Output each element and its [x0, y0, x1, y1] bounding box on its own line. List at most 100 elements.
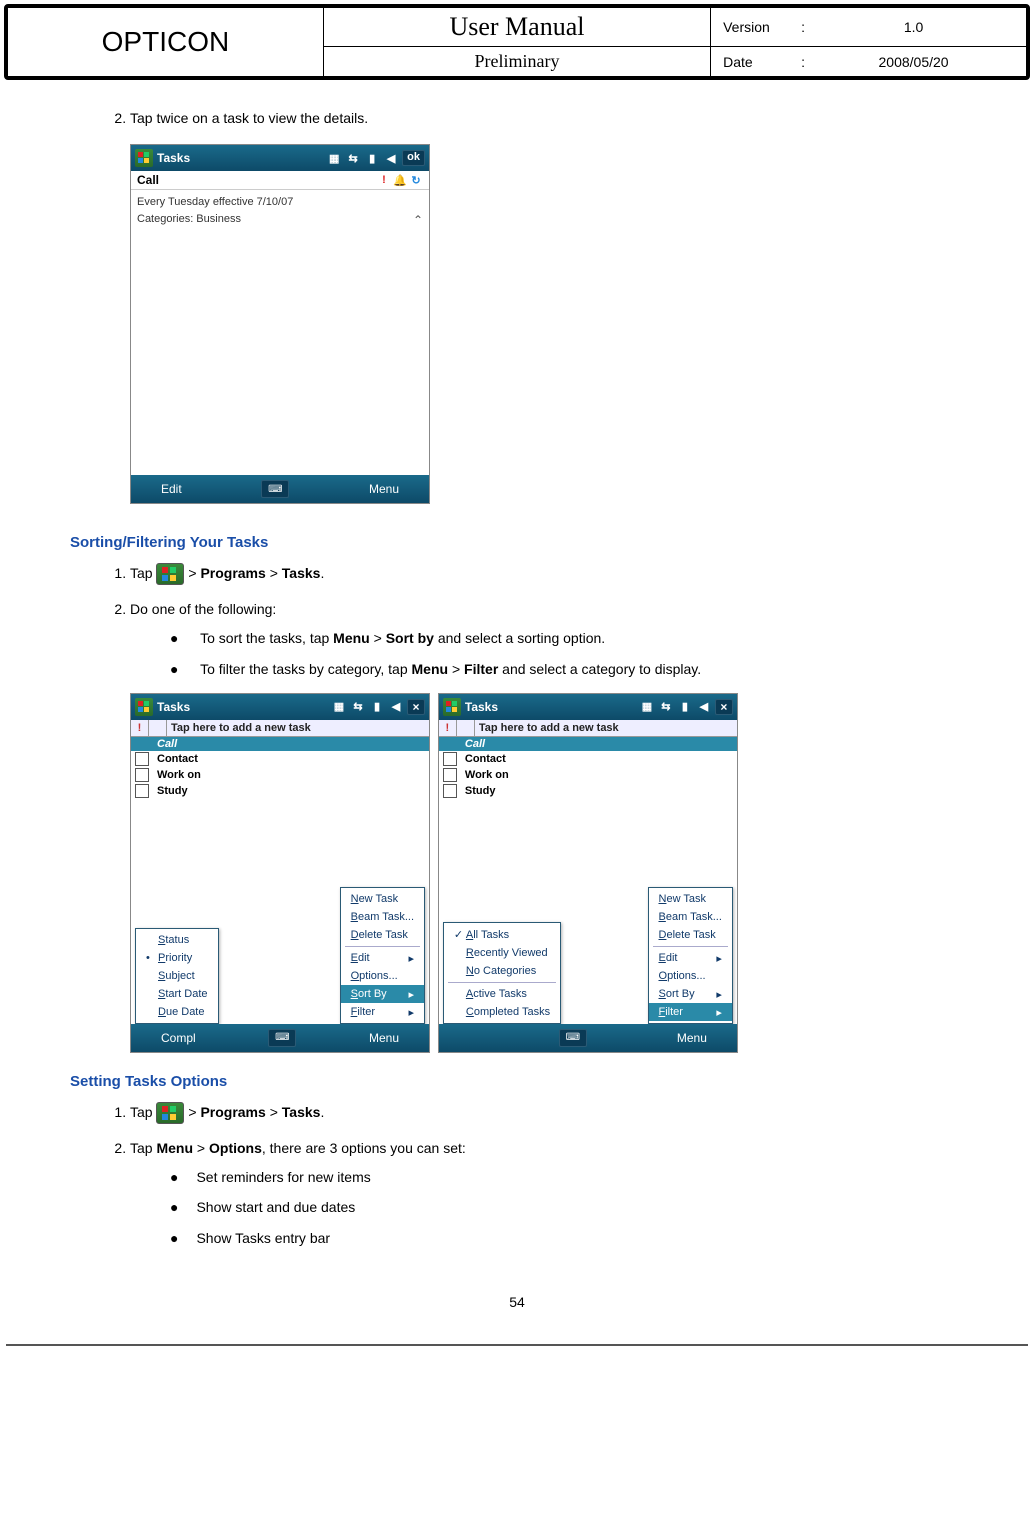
close-button[interactable]: × — [715, 699, 733, 715]
keyboard-icon[interactable]: ⌨ — [559, 1029, 587, 1047]
softkey-left[interactable]: Edit — [161, 482, 182, 496]
check-col — [149, 720, 167, 736]
sort-bullet-2: To filter the tasks by category, tap Men… — [170, 654, 964, 685]
menu-item[interactable]: Options... — [649, 967, 732, 985]
page-number: 54 — [70, 1294, 964, 1310]
menu-item[interactable]: Edit▸ — [341, 949, 424, 967]
task-row[interactable]: Call — [131, 737, 429, 751]
checkbox-icon[interactable] — [135, 768, 149, 782]
menu-item[interactable]: Filter▸ — [341, 1003, 424, 1021]
task-row[interactable]: Work on — [439, 767, 737, 783]
task-detail-line1: Every Tuesday effective 7/10/07 — [137, 194, 423, 211]
task-label: Contact — [157, 753, 198, 765]
start-icon[interactable] — [443, 698, 461, 716]
network-icon[interactable]: ▦ — [639, 699, 655, 715]
menu-item[interactable]: Delete Task — [341, 926, 424, 944]
task-row[interactable]: Work on — [131, 767, 429, 783]
priority-col[interactable]: ! — [439, 720, 457, 736]
start-icon[interactable] — [135, 698, 153, 716]
volume-icon[interactable]: ◀ — [388, 699, 404, 715]
network-icon[interactable]: ▦ — [326, 150, 342, 166]
add-task-input[interactable]: Tap here to add a new task — [475, 720, 737, 736]
menu-item[interactable]: Beam Task... — [649, 908, 732, 926]
softkey-right[interactable]: Menu — [369, 482, 399, 496]
checkbox-icon[interactable] — [135, 752, 149, 766]
menu-item[interactable]: Filter▸ — [649, 1003, 732, 1021]
menu-item[interactable]: New Task — [649, 890, 732, 908]
section-options-title: Setting Tasks Options — [70, 1073, 964, 1090]
version-row: Version : 1.0 — [711, 8, 1027, 47]
volume-icon[interactable]: ◀ — [383, 150, 399, 166]
option-bullet: Show start and due dates — [170, 1192, 964, 1223]
priority-col[interactable]: ! — [131, 720, 149, 736]
doc-subtitle: Preliminary — [323, 47, 710, 77]
task-row[interactable]: Contact — [439, 751, 737, 767]
ok-button[interactable]: ok — [402, 150, 425, 166]
entry-bar: ! Tap here to add a new task — [439, 720, 737, 737]
option-bullet: Show Tasks entry bar — [170, 1223, 964, 1254]
network-icon[interactable]: ▦ — [331, 699, 347, 715]
menu-item[interactable]: Start Date — [136, 985, 218, 1003]
signal-icon[interactable]: ▮ — [364, 150, 380, 166]
checkbox-icon[interactable] — [443, 784, 457, 798]
menu-item[interactable]: Delete Task — [649, 926, 732, 944]
path-tasks: Tasks — [282, 565, 321, 581]
task-row[interactable]: Study — [439, 783, 737, 799]
sync-icon[interactable]: ⇆ — [658, 699, 674, 715]
softkey-right[interactable]: Menu — [677, 1031, 707, 1045]
task-label: Call — [465, 738, 485, 750]
task-list: CallContact Work on Study — [439, 737, 737, 799]
menu-item[interactable]: Status — [136, 931, 218, 949]
screenshot-sort-by: Tasks ▦ ⇆ ▮ ◀ × ! Tap here to add a new … — [130, 693, 430, 1053]
sync-icon[interactable]: ⇆ — [350, 699, 366, 715]
add-task-input[interactable]: Tap here to add a new task — [167, 720, 429, 736]
menu-item[interactable]: Completed Tasks — [444, 1003, 560, 1021]
option-bullet: Set reminders for new items — [170, 1162, 964, 1193]
version-value: 1.0 — [813, 19, 1014, 35]
sort-step-2: Do one of the following: To sort the tas… — [130, 595, 964, 685]
menu-item[interactable]: Sort By▸ — [649, 985, 732, 1003]
menu-item[interactable]: Active Tasks — [444, 985, 560, 1003]
menu-item[interactable]: •Priority — [136, 949, 218, 967]
checkbox-icon[interactable] — [135, 784, 149, 798]
menu-item[interactable]: New Task — [341, 890, 424, 908]
softkey-left[interactable]: Compl — [161, 1031, 196, 1045]
menu-item[interactable]: Sort By▸ — [341, 985, 424, 1003]
signal-icon[interactable]: ▮ — [369, 699, 385, 715]
task-header: Call ! 🔔 ↻ — [131, 171, 429, 190]
collapse-icon[interactable]: ⌃ — [413, 211, 423, 229]
menu-item[interactable]: Due Date — [136, 1003, 218, 1021]
start-icon[interactable] — [135, 149, 153, 167]
menu-item[interactable]: Beam Task... — [341, 908, 424, 926]
entry-bar: ! Tap here to add a new task — [131, 720, 429, 737]
menu-item[interactable]: ✓All Tasks — [444, 925, 560, 944]
task-row[interactable]: Contact — [131, 751, 429, 767]
menu-item[interactable]: Subject — [136, 967, 218, 985]
checkbox-icon[interactable] — [443, 752, 457, 766]
start-icon — [156, 1102, 184, 1124]
keyboard-icon[interactable]: ⌨ — [261, 480, 289, 498]
volume-icon[interactable]: ◀ — [696, 699, 712, 715]
task-label: Work on — [157, 769, 201, 781]
options-step-2: Tap Menu > Options, there are 3 options … — [130, 1134, 964, 1254]
sortby-submenu: Status•PrioritySubjectStart DateDue Date — [135, 928, 219, 1024]
task-name: Call — [137, 173, 159, 187]
task-row[interactable]: Study — [131, 783, 429, 799]
softkey-right[interactable]: Menu — [369, 1031, 399, 1045]
task-row[interactable]: Call — [439, 737, 737, 751]
signal-icon[interactable]: ▮ — [677, 699, 693, 715]
path-programs: Programs — [200, 565, 265, 581]
date-value: 2008/05/20 — [813, 54, 1014, 70]
menu-item[interactable]: Recently Viewed — [444, 944, 560, 962]
close-button[interactable]: × — [407, 699, 425, 715]
menu-item[interactable]: Edit▸ — [649, 949, 732, 967]
sync-icon[interactable]: ⇆ — [345, 150, 361, 166]
menu-item[interactable]: Options... — [341, 967, 424, 985]
options-step-1: Tap > Programs > Tasks. — [130, 1098, 964, 1126]
menu-item[interactable]: No Categories — [444, 962, 560, 980]
task-label: Work on — [465, 769, 509, 781]
window-title: Tasks — [157, 700, 190, 714]
check-col — [457, 720, 475, 736]
checkbox-icon[interactable] — [443, 768, 457, 782]
keyboard-icon[interactable]: ⌨ — [268, 1029, 296, 1047]
